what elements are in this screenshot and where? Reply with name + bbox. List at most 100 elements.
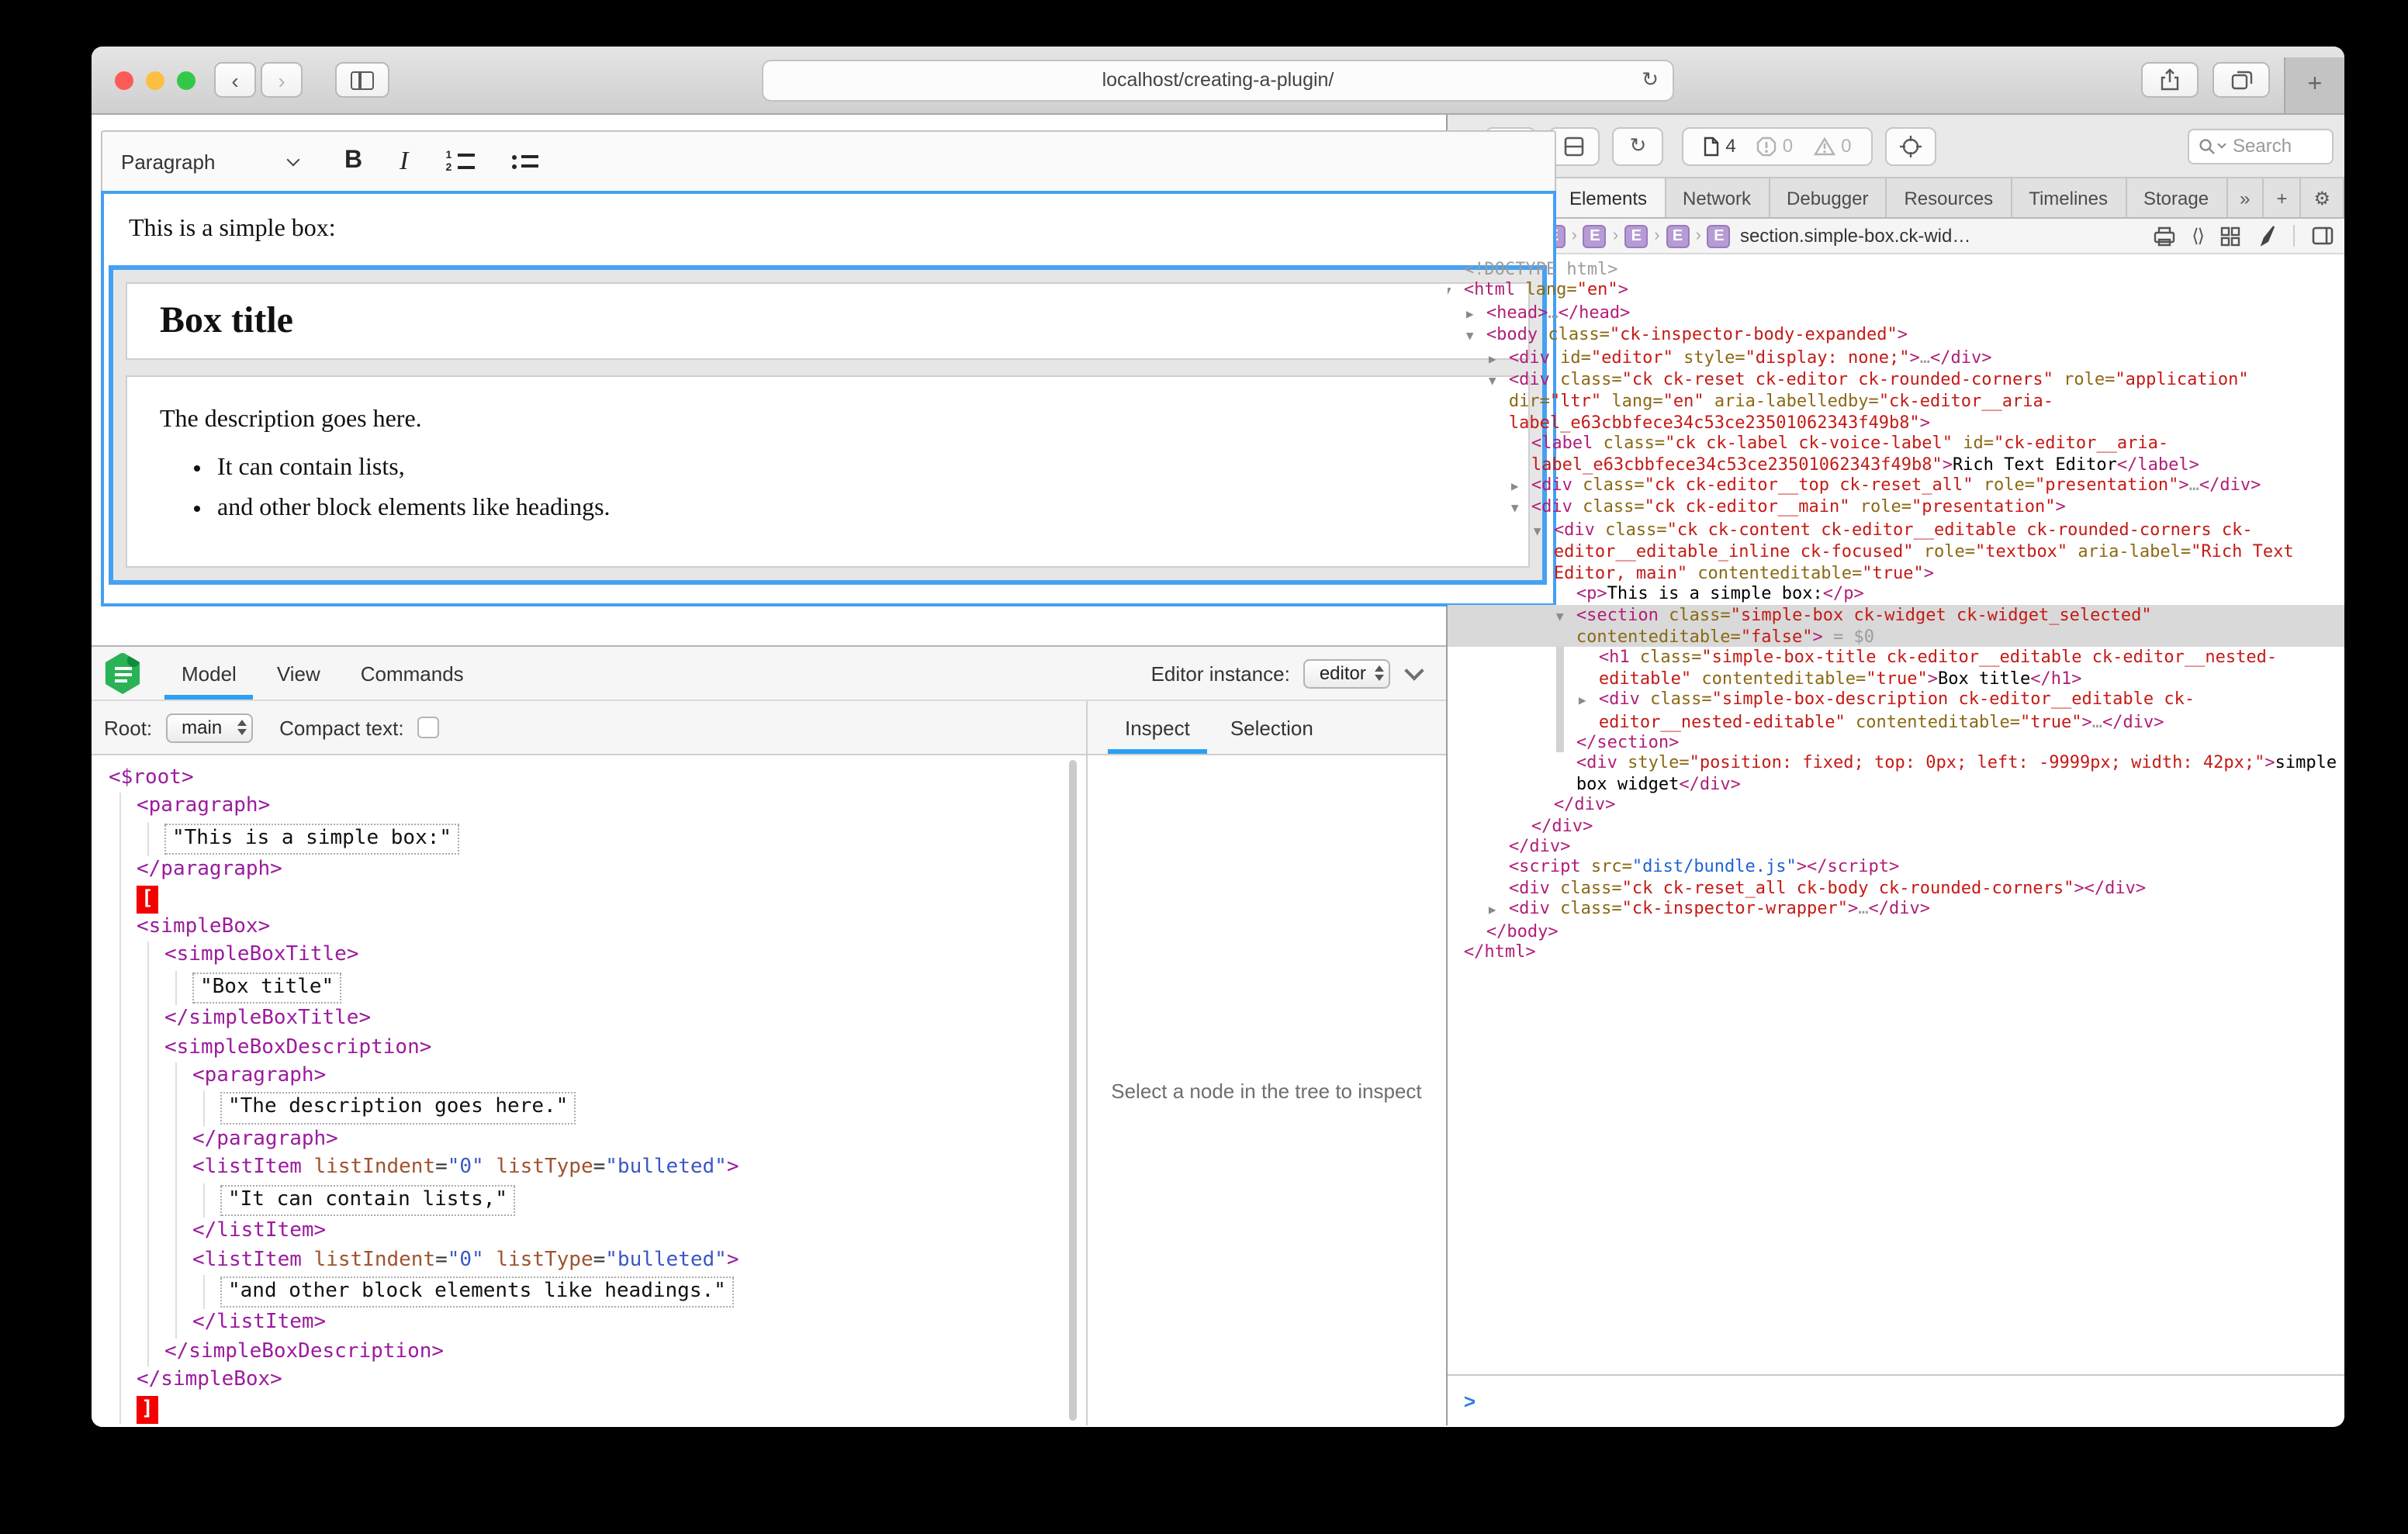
dom-line[interactable]: <h1 class="simple-box-title ck-editor__e… — [1448, 648, 2344, 689]
paragraph-dropdown[interactable]: Paragraph — [121, 150, 304, 173]
sidebar-button[interactable] — [335, 62, 389, 98]
model-tag-open[interactable]: <listItem listIndent="0" listType="bulle… — [192, 1155, 1086, 1183]
forward-button[interactable]: › — [261, 62, 303, 98]
disclosure-open-icon[interactable]: ▼ — [1448, 282, 1464, 302]
zoom-window-button[interactable] — [177, 71, 195, 89]
disclosure-closed-icon[interactable]: ▶ — [1511, 476, 1531, 497]
list-item[interactable]: and other block elements like headings. — [217, 495, 1528, 523]
address-bar[interactable]: localhost/creating-a-plugin/ ↻ — [762, 59, 1674, 101]
warning-count-badge[interactable]: 0 — [1813, 135, 1851, 157]
element-badge-icon[interactable]: E — [1583, 224, 1607, 247]
compact-text-checkbox[interactable] — [418, 717, 440, 738]
styles-brush-icon[interactable] — [2258, 225, 2276, 247]
model-text-value[interactable]: "It can contain lists," — [220, 1184, 515, 1216]
list-item[interactable]: It can contain lists, — [217, 454, 1528, 482]
dom-line[interactable]: </div> — [1448, 794, 2344, 815]
grid-icon[interactable] — [2220, 226, 2240, 246]
element-badge-icon[interactable]: E — [1707, 224, 1731, 247]
model-text-value[interactable]: "This is a simple box:" — [164, 824, 459, 855]
back-button[interactable]: ‹ — [214, 62, 256, 98]
page-count-badge[interactable]: 4 — [1704, 135, 1735, 157]
italic-button[interactable]: I — [400, 146, 408, 177]
dom-line[interactable]: <div class="ck ck-reset_all ck-body ck-r… — [1448, 878, 2344, 899]
tab-overview-button[interactable] — [2213, 62, 2270, 98]
disclosure-closed-icon[interactable]: ▶ — [1489, 348, 1509, 369]
reload-icon[interactable]: ↻ — [1642, 67, 1659, 92]
model-tag-close[interactable]: </paragraph> — [192, 1126, 1086, 1155]
devtools-reload-button[interactable]: ↻ — [1612, 126, 1663, 165]
error-count-badge[interactable]: 0 — [1756, 135, 1793, 157]
devtools-settings-button[interactable]: ⚙ — [2301, 178, 2344, 217]
split-view-button[interactable] — [1548, 126, 1600, 165]
model-tag-open[interactable]: <$root> — [109, 765, 1086, 793]
model-text-node[interactable]: "It can contain lists," — [220, 1183, 1086, 1218]
dom-line[interactable]: ▼<div class="ck ck-reset ck-editor ck-ro… — [1448, 369, 2344, 433]
tab-overflow-button[interactable]: » — [2227, 178, 2264, 217]
dom-line[interactable]: </section> — [1448, 732, 2344, 753]
dom-line[interactable]: ▼<html lang="en"> — [1448, 280, 2344, 302]
model-text-node[interactable]: "The description goes here." — [220, 1091, 1086, 1126]
print-icon[interactable] — [2153, 226, 2174, 246]
model-tag-open[interactable]: <simpleBoxDescription> — [164, 1034, 1086, 1062]
disclosure-open-icon[interactable]: ▼ — [1466, 326, 1486, 347]
tree-scrollbar[interactable] — [1069, 760, 1077, 1421]
model-text-node[interactable]: "This is a simple box:" — [164, 822, 1086, 857]
devtools-tab-storage[interactable]: Storage — [2126, 178, 2227, 217]
add-tab-button[interactable]: + — [2264, 178, 2301, 217]
element-badge-icon[interactable]: E — [1666, 224, 1690, 247]
dom-line[interactable]: ▶<div class="simple-box-description ck-e… — [1448, 689, 2344, 732]
disclosure-open-icon[interactable]: ▼ — [1511, 499, 1531, 520]
model-tag-close[interactable]: </$root> — [109, 1424, 1086, 1425]
dom-line[interactable]: ▶<div class="ck-inspector-wrapper">…</di… — [1448, 898, 2344, 921]
tab-selection[interactable]: Selection — [1210, 701, 1334, 754]
bold-button[interactable]: B — [344, 147, 362, 175]
model-tag-close[interactable]: </listItem> — [192, 1310, 1086, 1339]
dom-line[interactable]: </html> — [1448, 941, 2344, 962]
disclosure-open-icon[interactable]: ▼ — [1489, 371, 1509, 392]
model-tag-close[interactable]: </simpleBoxTitle> — [164, 1006, 1086, 1035]
dom-line[interactable]: <div style="position: fixed; top: 0px; l… — [1448, 753, 2344, 795]
element-badge-icon[interactable]: E — [1624, 224, 1648, 247]
devtools-tab-debugger[interactable]: Debugger — [1770, 178, 1887, 217]
box-description[interactable]: The description goes here. It can contai… — [126, 375, 1530, 568]
code-brackets-icon[interactable]: ⟨⟩ — [2192, 225, 2203, 247]
disclosure-open-icon[interactable]: ▼ — [1534, 521, 1554, 542]
devtools-tab-resources[interactable]: Resources — [1887, 178, 2012, 217]
model-tag-close[interactable]: </simpleBox> — [137, 1366, 1086, 1395]
model-text-value[interactable]: "The description goes here." — [220, 1093, 576, 1125]
model-tag-open[interactable]: <paragraph> — [192, 1062, 1086, 1091]
dom-line[interactable]: </div> — [1448, 836, 2344, 857]
devtools-tab-elements[interactable]: Elements — [1552, 178, 1666, 217]
tab-inspect[interactable]: Inspect — [1105, 701, 1210, 754]
editor-instance-select[interactable]: editor — [1304, 658, 1391, 688]
dom-line[interactable]: <script src="dist/bundle.js"></script> — [1448, 857, 2344, 878]
minimize-window-button[interactable] — [146, 71, 164, 89]
tab-view[interactable]: View — [257, 647, 341, 700]
model-text-value[interactable]: "and other block elements like headings.… — [220, 1277, 734, 1308]
model-text-node[interactable]: "and other block elements like headings.… — [220, 1275, 1086, 1310]
model-tag-open[interactable]: <simpleBox> — [137, 914, 1086, 942]
close-window-button[interactable] — [115, 71, 133, 89]
model-tag-open[interactable]: <paragraph> — [137, 793, 1086, 822]
intro-paragraph[interactable]: This is a simple box: — [129, 216, 1528, 244]
dom-line[interactable]: <p>This is a simple box:</p> — [1448, 583, 2344, 604]
root-select[interactable]: main — [166, 713, 253, 742]
model-tag-close[interactable]: </simpleBoxDescription> — [164, 1338, 1086, 1366]
disclosure-closed-icon[interactable]: ▶ — [1579, 690, 1599, 711]
details-sidebar-icon[interactable] — [2312, 226, 2334, 245]
tab-commands[interactable]: Commands — [341, 647, 484, 700]
console-prompt-row[interactable]: > — [1448, 1374, 2344, 1425]
model-tag-open[interactable]: <simpleBoxTitle> — [164, 942, 1086, 971]
devtools-search-field[interactable]: Search — [2188, 128, 2334, 164]
dom-line[interactable]: </body> — [1448, 921, 2344, 941]
tab-model[interactable]: Model — [161, 647, 257, 700]
dom-line[interactable]: <!DOCTYPE html> — [1448, 259, 2344, 280]
selected-element-label[interactable]: section.simple-box.ck-wid… — [1740, 225, 1970, 247]
inspector-pane-divider[interactable] — [1086, 701, 1088, 1425]
disclosure-closed-icon[interactable]: ▶ — [1489, 900, 1509, 921]
dom-line[interactable]: <label class="ck ck-label ck-voice-label… — [1448, 434, 2344, 475]
bulleted-list-button[interactable] — [512, 154, 538, 168]
model-text-node[interactable]: "Box title" — [192, 971, 1086, 1006]
simple-box-widget[interactable]: Box title The description goes here. It … — [109, 265, 1547, 585]
model-tag-open[interactable]: <listItem listIndent="0" listType="bulle… — [192, 1246, 1086, 1275]
